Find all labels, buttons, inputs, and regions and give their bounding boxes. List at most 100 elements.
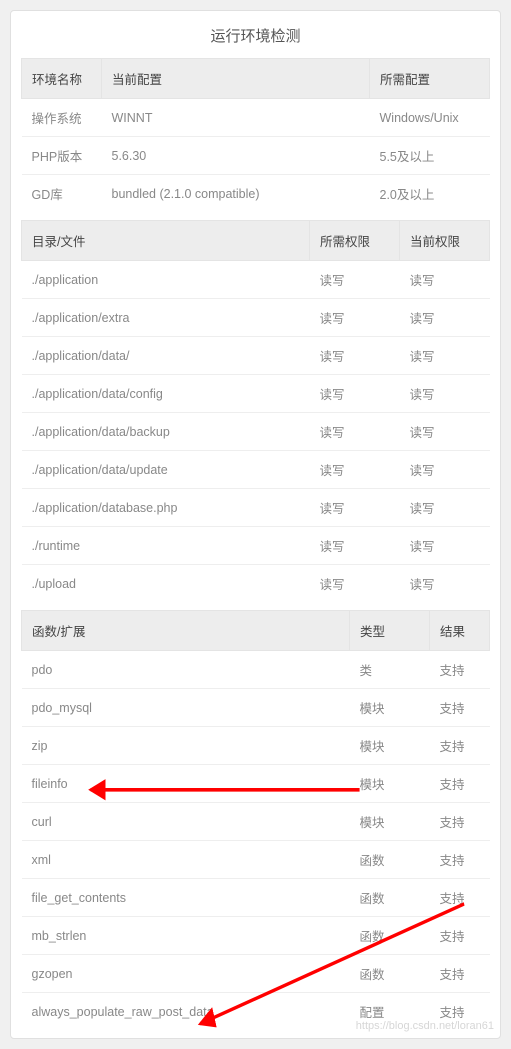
dir-row: ./application/data/update读写读写 <box>22 451 490 489</box>
env-cell-name: GD库 <box>22 175 102 213</box>
ext-cell-type: 模块 <box>350 689 430 727</box>
ext-cell-result: 支持 <box>430 803 490 841</box>
dir-cell-required: 读写 <box>310 489 400 527</box>
env-cell-current: WINNT <box>102 99 370 137</box>
env-header-current: 当前配置 <box>102 59 370 99</box>
ext-row: mb_strlen函数支持 <box>22 917 490 955</box>
ext-row: zip模块支持 <box>22 727 490 765</box>
dir-cell-current: 读写 <box>400 565 490 603</box>
ext-cell-name: file_get_contents <box>22 879 350 917</box>
ext-cell-name: xml <box>22 841 350 879</box>
ext-cell-name: gzopen <box>22 955 350 993</box>
env-row: PHP版本5.6.305.5及以上 <box>22 137 490 175</box>
ext-header-type: 类型 <box>350 611 430 651</box>
ext-row: curl模块支持 <box>22 803 490 841</box>
dir-cell-path: ./application/data/ <box>22 337 310 375</box>
dir-cell-path: ./upload <box>22 565 310 603</box>
dir-cell-current: 读写 <box>400 413 490 451</box>
dir-cell-current: 读写 <box>400 489 490 527</box>
dir-cell-required: 读写 <box>310 299 400 337</box>
ext-cell-type: 函数 <box>350 879 430 917</box>
ext-row: always_populate_raw_post_data配置支持 <box>22 993 490 1031</box>
dir-header-required: 所需权限 <box>310 221 400 261</box>
env-row: GD库bundled (2.1.0 compatible)2.0及以上 <box>22 175 490 213</box>
dir-cell-path: ./application/data/backup <box>22 413 310 451</box>
ext-cell-name: pdo <box>22 651 350 689</box>
env-cell-current: 5.6.30 <box>102 137 370 175</box>
ext-row: gzopen函数支持 <box>22 955 490 993</box>
ext-cell-result: 支持 <box>430 765 490 803</box>
ext-header-result: 结果 <box>430 611 490 651</box>
ext-cell-result: 支持 <box>430 955 490 993</box>
ext-cell-name: zip <box>22 727 350 765</box>
ext-header-name: 函数/扩展 <box>22 611 350 651</box>
dir-cell-current: 读写 <box>400 451 490 489</box>
dir-row: ./runtime读写读写 <box>22 527 490 565</box>
ext-table: 函数/扩展 类型 结果 pdo类支持pdo_mysql模块支持zip模块支持fi… <box>21 610 490 1030</box>
dir-cell-current: 读写 <box>400 375 490 413</box>
env-cell-required: Windows/Unix <box>370 99 490 137</box>
ext-cell-result: 支持 <box>430 879 490 917</box>
dir-cell-required: 读写 <box>310 527 400 565</box>
ext-cell-type: 类 <box>350 651 430 689</box>
ext-cell-result: 支持 <box>430 841 490 879</box>
dir-row: ./application读写读写 <box>22 261 490 299</box>
dir-cell-path: ./application/extra <box>22 299 310 337</box>
ext-cell-type: 模块 <box>350 727 430 765</box>
dir-cell-path: ./application/data/config <box>22 375 310 413</box>
dir-cell-required: 读写 <box>310 451 400 489</box>
dir-cell-required: 读写 <box>310 261 400 299</box>
ext-cell-type: 模块 <box>350 803 430 841</box>
ext-row: fileinfo模块支持 <box>22 765 490 803</box>
ext-cell-result: 支持 <box>430 993 490 1031</box>
ext-cell-result: 支持 <box>430 689 490 727</box>
ext-cell-name: always_populate_raw_post_data <box>22 993 350 1031</box>
ext-cell-result: 支持 <box>430 917 490 955</box>
dir-table: 目录/文件 所需权限 当前权限 ./application读写读写./appli… <box>21 220 490 602</box>
ext-row: xml函数支持 <box>22 841 490 879</box>
dir-row: ./application/data/config读写读写 <box>22 375 490 413</box>
dir-header-path: 目录/文件 <box>22 221 310 261</box>
env-row: 操作系统WINNTWindows/Unix <box>22 99 490 137</box>
ext-cell-type: 模块 <box>350 765 430 803</box>
dir-cell-required: 读写 <box>310 565 400 603</box>
env-cell-name: PHP版本 <box>22 137 102 175</box>
dir-cell-required: 读写 <box>310 337 400 375</box>
dir-row: ./application/data/backup读写读写 <box>22 413 490 451</box>
dir-cell-current: 读写 <box>400 299 490 337</box>
dir-row: ./application/data/读写读写 <box>22 337 490 375</box>
dir-cell-current: 读写 <box>400 337 490 375</box>
dir-row: ./application/extra读写读写 <box>22 299 490 337</box>
dir-row: ./application/database.php读写读写 <box>22 489 490 527</box>
env-cell-current: bundled (2.1.0 compatible) <box>102 175 370 213</box>
env-header-required: 所需配置 <box>370 59 490 99</box>
ext-cell-name: curl <box>22 803 350 841</box>
ext-row: pdo_mysql模块支持 <box>22 689 490 727</box>
ext-cell-type: 配置 <box>350 993 430 1031</box>
dir-cell-required: 读写 <box>310 413 400 451</box>
env-header-name: 环境名称 <box>22 59 102 99</box>
dir-header-current: 当前权限 <box>400 221 490 261</box>
dir-cell-current: 读写 <box>400 261 490 299</box>
dir-cell-path: ./application/data/update <box>22 451 310 489</box>
ext-cell-name: mb_strlen <box>22 917 350 955</box>
ext-cell-type: 函数 <box>350 841 430 879</box>
env-cell-name: 操作系统 <box>22 99 102 137</box>
ext-cell-type: 函数 <box>350 917 430 955</box>
ext-cell-type: 函数 <box>350 955 430 993</box>
dir-cell-path: ./application <box>22 261 310 299</box>
dir-cell-path: ./runtime <box>22 527 310 565</box>
ext-cell-result: 支持 <box>430 651 490 689</box>
ext-cell-name: fileinfo <box>22 765 350 803</box>
page-title: 运行环境检测 <box>11 11 500 58</box>
env-table: 环境名称 当前配置 所需配置 操作系统WINNTWindows/UnixPHP版… <box>21 58 490 212</box>
dir-cell-current: 读写 <box>400 527 490 565</box>
ext-row: pdo类支持 <box>22 651 490 689</box>
dir-cell-required: 读写 <box>310 375 400 413</box>
env-check-card: 运行环境检测 环境名称 当前配置 所需配置 操作系统WINNTWindows/U… <box>10 10 501 1039</box>
ext-row: file_get_contents函数支持 <box>22 879 490 917</box>
env-cell-required: 2.0及以上 <box>370 175 490 213</box>
ext-cell-name: pdo_mysql <box>22 689 350 727</box>
env-cell-required: 5.5及以上 <box>370 137 490 175</box>
dir-row: ./upload读写读写 <box>22 565 490 603</box>
